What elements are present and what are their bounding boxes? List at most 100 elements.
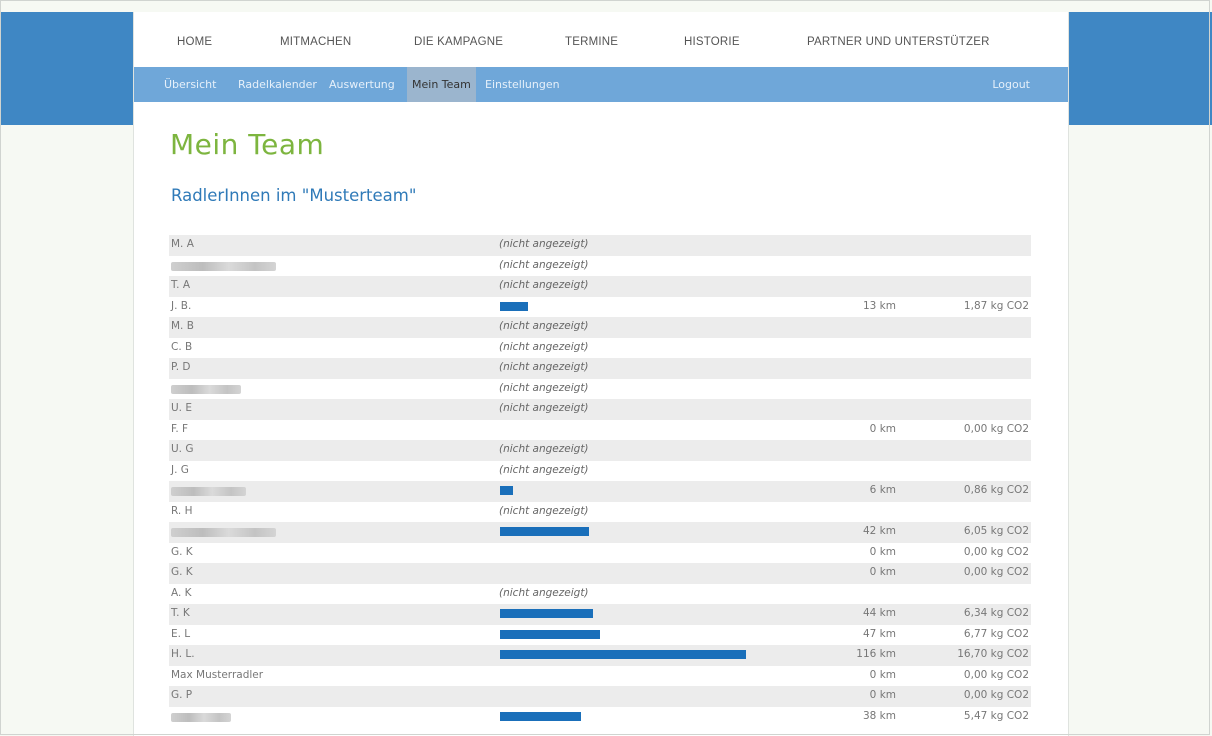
co2-saved: 1,87 kg CO2 [963,299,1029,312]
distance-bar [500,609,593,618]
not-shown-note: (nicht angezeigt) [499,361,589,373]
not-shown-note: (nicht angezeigt) [499,238,589,250]
table-row: E. L 47 km 6,77 kg CO2 [169,625,1031,646]
nav-home[interactable]: HOME [177,36,212,48]
co2-saved: 0,00 kg CO2 [963,422,1029,435]
table-row: M. A (nicht angezeigt) [169,235,1031,256]
member-name: U. E [171,402,192,414]
member-name: G. K [171,545,193,558]
member-name: M. B [171,320,194,332]
member-name: T. A [171,279,191,291]
table-row: C. B (nicht angezeigt) [169,338,1031,359]
table-row: P. D (nicht angezeigt) [169,358,1031,379]
subnav-mein-team[interactable]: Mein Team [407,67,476,102]
table-row: H. L. 116 km 16,70 kg CO2 [169,645,1031,666]
table-row: Max Musterradler 0 km 0,00 kg CO2 [169,666,1031,687]
distance-km: 0 km [869,422,896,435]
nav-historie[interactable]: HISTORIE [684,36,740,48]
co2-saved: 16,70 kg CO2 [957,648,1029,660]
distance-bar [500,629,600,639]
subnav-radelkalender[interactable]: Radelkalender [238,67,317,102]
distance-bar [500,650,746,659]
not-shown-note: (nicht angezeigt) [499,381,589,394]
co2-saved: 6,05 kg CO2 [963,525,1029,537]
header-band-right [1066,12,1212,125]
distance-km: 0 km [869,566,896,578]
co2-saved: 5,47 kg CO2 [963,709,1029,722]
table-row: G. P 0 km 0,00 kg CO2 [169,686,1031,707]
co2-saved: 0,00 kg CO2 [963,668,1029,681]
not-shown-note: (nicht angezeigt) [499,320,589,332]
sub-navigation: Übersicht Radelkalender Auswertung Mein … [134,67,1068,102]
distance-km: 38 km [862,709,896,722]
page-title: Mein Team [170,128,325,161]
nav-die-kampagne[interactable]: DIE KAMPAGNE [414,36,503,48]
main-navigation: HOME MITMACHEN DIE KAMPAGNE TERMINE HIST… [134,12,1068,67]
table-row: G. K 0 km 0,00 kg CO2 [169,563,1031,584]
member-name: J. B. [171,299,192,312]
table-row: (nicht angezeigt) [169,379,1031,400]
table-row: U. E (nicht angezeigt) [169,399,1031,420]
co2-saved: 0,00 kg CO2 [963,545,1029,558]
table-row: (nicht angezeigt) [169,256,1031,277]
nav-mitmachen[interactable]: MITMACHEN [280,36,351,48]
redacted-name [171,528,276,537]
member-name: T. K [171,607,190,619]
table-row: 42 km 6,05 kg CO2 [169,522,1031,543]
not-shown-note: (nicht angezeigt) [499,463,589,476]
table-row: A. K (nicht angezeigt) [169,584,1031,605]
distance-km: 0 km [869,668,896,681]
table-row: U. G (nicht angezeigt) [169,440,1031,461]
distance-bar [500,486,513,495]
table-row: 6 km 0,86 kg CO2 [169,481,1031,502]
section-title: RadlerInnen im "Musterteam" [171,186,417,205]
redacted-name [171,384,241,394]
member-name: H. L. [171,648,195,660]
not-shown-note: (nicht angezeigt) [499,258,589,271]
member-name: M. A [171,238,194,250]
distance-km: 0 km [869,689,896,701]
member-name: J. G [171,463,189,476]
distance-km: 44 km [862,607,896,619]
table-row: J. B. 13 km 1,87 kg CO2 [169,297,1031,318]
redacted-name [171,261,276,271]
distance-bar [500,711,581,721]
table-row: T. A (nicht angezeigt) [169,276,1031,297]
not-shown-note: (nicht angezeigt) [499,402,589,414]
redacted-name [171,712,231,722]
nav-termine[interactable]: TERMINE [565,36,618,48]
co2-saved: 0,00 kg CO2 [963,689,1029,701]
table-row: J. G (nicht angezeigt) [169,461,1031,482]
distance-bar [500,301,528,311]
distance-km: 6 km [869,484,896,496]
member-name: A. K [171,586,192,599]
subnav-einstellungen[interactable]: Einstellungen [485,67,560,102]
redacted-name [171,487,246,496]
team-member-table: M. A (nicht angezeigt) (nicht angezeigt) T.… [169,235,1031,727]
table-row: 38 km 5,47 kg CO2 [169,707,1031,728]
table-row: M. B (nicht angezeigt) [169,317,1031,338]
distance-km: 0 km [869,545,896,558]
distance-km: 42 km [862,525,896,537]
subnav-auswertung[interactable]: Auswertung [329,67,395,102]
member-name: R. H [171,504,193,517]
table-row: T. K 44 km 6,34 kg CO2 [169,604,1031,625]
table-row: G. K 0 km 0,00 kg CO2 [169,543,1031,564]
member-name: P. D [171,361,191,373]
distance-km: 13 km [862,299,896,312]
member-name: G. K [171,566,193,578]
not-shown-note: (nicht angezeigt) [499,586,589,599]
header-band-left [0,12,134,125]
distance-km: 116 km [856,648,896,660]
logout-link[interactable]: Logout [992,67,1030,102]
subnav-uebersicht[interactable]: Übersicht [164,67,216,102]
member-name: F. F [171,422,189,435]
page-container: HOME MITMACHEN DIE KAMPAGNE TERMINE HIST… [133,12,1069,736]
nav-partner[interactable]: PARTNER UND UNTERSTÜTZER [807,36,990,48]
table-row: F. F 0 km 0,00 kg CO2 [169,420,1031,441]
table-row: R. H (nicht angezeigt) [169,502,1031,523]
member-name: E. L [171,627,191,640]
co2-saved: 0,00 kg CO2 [963,566,1029,578]
not-shown-note: (nicht angezeigt) [499,340,589,353]
co2-saved: 6,34 kg CO2 [963,607,1029,619]
